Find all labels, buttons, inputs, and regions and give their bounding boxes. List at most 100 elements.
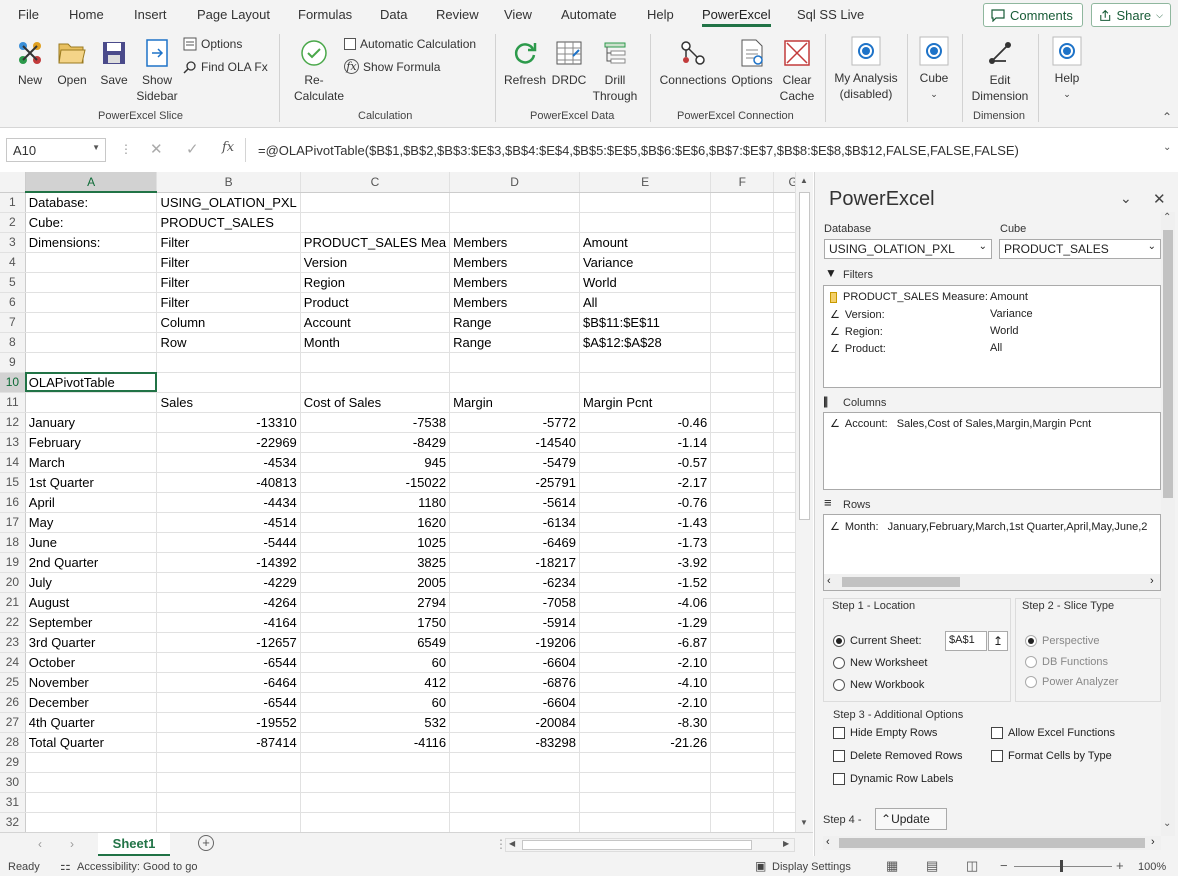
row-header[interactable]: 20 bbox=[0, 572, 26, 593]
cell[interactable]: 60 bbox=[300, 652, 451, 673]
row-header[interactable]: 3 bbox=[0, 232, 26, 253]
cell[interactable] bbox=[156, 792, 301, 813]
cell[interactable] bbox=[710, 492, 775, 513]
power-analyzer-radio[interactable]: Power Analyzer bbox=[1025, 676, 1118, 689]
row-header[interactable]: 19 bbox=[0, 552, 26, 573]
row-header[interactable]: 21 bbox=[0, 592, 26, 613]
cell[interactable] bbox=[710, 812, 775, 832]
cell[interactable]: Account bbox=[300, 312, 451, 333]
cell[interactable] bbox=[710, 752, 775, 773]
cell[interactable]: -5479 bbox=[449, 452, 580, 473]
row-header[interactable]: 14 bbox=[0, 452, 26, 473]
cell[interactable] bbox=[710, 592, 775, 613]
filters-list[interactable]: PRODUCT_SALES Measure: Amount ∠ Version: … bbox=[823, 285, 1161, 388]
cell[interactable]: -7538 bbox=[300, 412, 451, 433]
cell[interactable] bbox=[710, 292, 775, 313]
cell[interactable] bbox=[579, 352, 712, 373]
cell[interactable]: Variance bbox=[579, 252, 712, 273]
cell[interactable] bbox=[710, 632, 775, 653]
row-header[interactable]: 32 bbox=[0, 812, 26, 832]
cell[interactable]: -4229 bbox=[156, 572, 301, 593]
cell[interactable]: 6549 bbox=[300, 632, 451, 653]
cell[interactable]: 3825 bbox=[300, 552, 451, 573]
cell[interactable] bbox=[710, 712, 775, 733]
open-button[interactable]: Open bbox=[54, 36, 90, 88]
cell[interactable]: -8.30 bbox=[579, 712, 712, 733]
row-header[interactable]: 13 bbox=[0, 432, 26, 453]
cell[interactable]: -25791 bbox=[449, 472, 580, 493]
scroll-left-icon[interactable]: ‹ bbox=[827, 575, 831, 587]
location-input[interactable]: $A$1 bbox=[945, 631, 987, 651]
cell[interactable]: 945 bbox=[300, 452, 451, 473]
cell[interactable]: Column bbox=[156, 312, 301, 333]
cell[interactable] bbox=[710, 772, 775, 793]
zoom-slider[interactable] bbox=[1014, 866, 1112, 867]
cell[interactable]: -13310 bbox=[156, 412, 301, 433]
cell[interactable] bbox=[449, 352, 580, 373]
name-box[interactable]: A10 ▼ bbox=[6, 138, 106, 162]
cell[interactable] bbox=[710, 232, 775, 253]
cell[interactable]: -87414 bbox=[156, 732, 301, 753]
cell[interactable]: -6544 bbox=[156, 692, 301, 713]
cell[interactable] bbox=[710, 452, 775, 473]
upload-arrow-icon[interactable]: ↥ bbox=[988, 631, 1008, 651]
cell[interactable] bbox=[25, 312, 158, 333]
cell[interactable] bbox=[156, 812, 301, 832]
tab-formulas[interactable]: Formulas bbox=[298, 7, 352, 22]
cell[interactable]: -6876 bbox=[449, 672, 580, 693]
cell[interactable] bbox=[449, 192, 580, 213]
add-sheet-icon[interactable]: + bbox=[198, 835, 214, 851]
filter-item-region[interactable]: ∠ Region: bbox=[830, 325, 883, 338]
current-sheet-radio[interactable]: Current Sheet: bbox=[833, 635, 922, 648]
show-formula-button[interactable]: fx Show Formula bbox=[344, 59, 440, 74]
cell[interactable]: Product bbox=[300, 292, 451, 313]
row-header[interactable]: 31 bbox=[0, 792, 26, 813]
cell[interactable]: February bbox=[25, 432, 158, 453]
row-header[interactable]: 30 bbox=[0, 772, 26, 793]
cell[interactable] bbox=[449, 792, 580, 813]
allow-excel-functions-checkbox[interactable]: Allow Excel Functions bbox=[991, 727, 1115, 740]
row-header[interactable]: 5 bbox=[0, 272, 26, 293]
cell[interactable]: Region bbox=[300, 272, 451, 293]
insert-function-icon[interactable]: fx bbox=[222, 140, 234, 155]
cell[interactable]: May bbox=[25, 512, 158, 533]
clear-cache-button[interactable]: Clear Cache bbox=[777, 36, 817, 104]
row-header[interactable]: 1 bbox=[0, 192, 26, 213]
recalculate-button[interactable]: Re-Calculate bbox=[288, 36, 344, 104]
share-button[interactable]: Share ⌵ bbox=[1091, 3, 1171, 27]
cell[interactable] bbox=[710, 312, 775, 333]
row-header[interactable]: 15 bbox=[0, 472, 26, 493]
cell[interactable] bbox=[300, 772, 451, 793]
cell[interactable]: All bbox=[579, 292, 712, 313]
column-header[interactable]: B bbox=[156, 172, 301, 193]
tab-powerexcel[interactable]: PowerExcel bbox=[702, 7, 771, 27]
row-header[interactable]: 7 bbox=[0, 312, 26, 333]
scroll-thumb[interactable] bbox=[522, 840, 752, 850]
cell[interactable] bbox=[156, 372, 301, 393]
row-header[interactable]: 24 bbox=[0, 652, 26, 673]
cell[interactable] bbox=[156, 752, 301, 773]
row-header[interactable]: 16 bbox=[0, 492, 26, 513]
cell[interactable] bbox=[25, 292, 158, 313]
row-header[interactable]: 6 bbox=[0, 292, 26, 313]
formula-input[interactable]: =@OLAPivotTable($B$1,$B$2,$B$3:$E$3,$B$4… bbox=[250, 138, 1172, 162]
cell[interactable]: -83298 bbox=[449, 732, 580, 753]
cell[interactable]: March bbox=[25, 452, 158, 473]
cell[interactable]: 1620 bbox=[300, 512, 451, 533]
cell[interactable]: 2794 bbox=[300, 592, 451, 613]
cell[interactable]: Sales bbox=[156, 392, 301, 413]
cell[interactable]: Filter bbox=[156, 272, 301, 293]
show-sidebar-button[interactable]: Show Sidebar bbox=[136, 36, 178, 104]
cell[interactable] bbox=[710, 392, 775, 413]
format-cells-by-type-checkbox[interactable]: Format Cells by Type bbox=[991, 750, 1112, 763]
cell[interactable] bbox=[710, 512, 775, 533]
scroll-thumb[interactable] bbox=[842, 577, 960, 587]
cell[interactable]: Members bbox=[449, 292, 580, 313]
cell[interactable]: 1st Quarter bbox=[25, 472, 158, 493]
cell[interactable]: Amount bbox=[579, 232, 712, 253]
cell[interactable]: Members bbox=[449, 252, 580, 273]
panel-scrollbar[interactable]: ⌃ ⌄ bbox=[1161, 212, 1175, 836]
column-header[interactable]: C bbox=[300, 172, 451, 193]
zoom-out-icon[interactable]: − bbox=[1000, 858, 1008, 873]
tab-help[interactable]: Help bbox=[647, 7, 674, 22]
